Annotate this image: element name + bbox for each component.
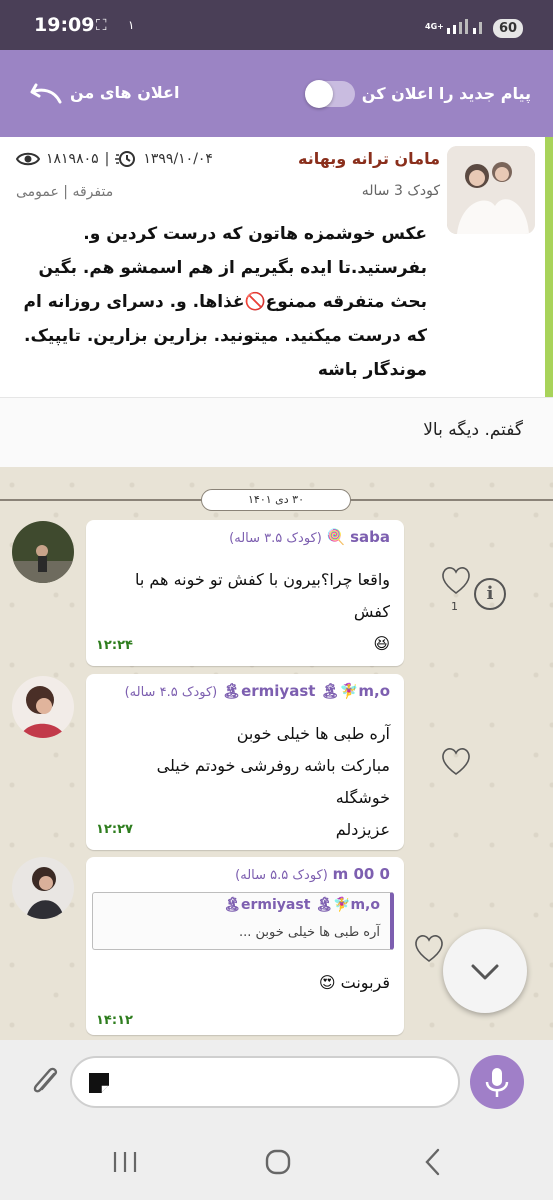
message-text: قربونت 😍 — [100, 967, 390, 999]
notify-toggle[interactable] — [305, 80, 355, 108]
post-line: که درست میکنید. میتونید. بزارین بزارین. … — [24, 326, 427, 346]
post-date: ۱۳۹۹/۱۰/۰۴ — [143, 151, 213, 167]
chat-area[interactable]: ۳۰ دی ۱۴۰۱ saba 🍭 (کودک ۳.۵ ساله) واقعا … — [0, 467, 553, 1040]
notify-toggle-label: پیام جدید را اعلان کن — [361, 84, 531, 103]
status-bar: 19:09 ⛶ ١ 4G+ 60 — [0, 0, 553, 50]
heart-icon[interactable] — [440, 565, 472, 597]
network-type: 4G+ — [425, 22, 444, 31]
message-author[interactable]: m 00 0 (کودک ۵.۵ ساله) — [235, 865, 390, 883]
post-body: عکس خوشمزه هاتون که درست کردین و. بفرستی… — [12, 217, 427, 387]
message-author[interactable]: ermiyast 🏝🧚‍♀️m,o🏝 (کودک ۴.۵ ساله) — [125, 682, 390, 700]
system-nav-bar — [0, 1126, 553, 1200]
composer-bar — [0, 1040, 553, 1126]
message-bubble[interactable]: m 00 0 (کودک ۵.۵ ساله) ermiyast 🏝🧚‍♀️m,o… — [86, 857, 404, 1035]
message-time: ۱۲:۲۴ — [96, 638, 133, 653]
name-emoji: 🍭 — [326, 528, 346, 546]
post-line: بفرستید.تا ایده بگیریم از هم اسمشو هم. ب… — [38, 258, 427, 278]
back-arrow-icon[interactable] — [24, 82, 64, 106]
message-line: واقعا چرا؟بیرون با کفش تو خونه هم با کفش — [134, 570, 390, 621]
message-line: آره طبی ها خیلی خوبن — [236, 724, 390, 743]
pinned-post[interactable]: مامان ترانه وبهانه کودک 3 ساله ۱۸۱۹۸۰۵ |… — [0, 137, 553, 397]
message-line: مبارکت باشه روفرشی خودتم خیلی خوشگله — [156, 756, 390, 807]
chevron-down-icon — [471, 964, 499, 980]
status-indicator: ١ — [128, 18, 135, 32]
post-line: بحث متفرقه ممنوع🚫غذاها. و. دسرای روزانه … — [23, 292, 427, 312]
meta-separator: | — [104, 151, 110, 167]
author-name[interactable]: مامان ترانه وبهانه — [298, 149, 440, 168]
clock: 19:09 — [34, 14, 95, 36]
message-time: ۱۲:۲۷ — [96, 822, 133, 837]
heart-icon[interactable] — [413, 933, 445, 965]
signal-icon — [447, 18, 485, 38]
message-bubble[interactable]: saba 🍭 (کودک ۳.۵ ساله) واقعا چرا؟بیرون ب… — [86, 520, 404, 666]
child-age: کودک 3 ساله — [361, 183, 440, 199]
avatar[interactable] — [12, 857, 74, 919]
quoted-text: آره طبی ها خیلی خوبن ... — [238, 925, 380, 940]
post-category: متفرقه | عمومی — [16, 184, 114, 200]
heart-icon[interactable] — [440, 746, 472, 778]
message-author[interactable]: saba 🍭 (کودک ۳.۵ ساله) — [229, 528, 390, 546]
like-count: 1 — [451, 600, 458, 613]
avatar[interactable] — [12, 676, 74, 738]
toggle-knob — [305, 80, 333, 108]
post-meta: ۱۸۱۹۸۰۵ | ۱۳۹۹/۱۰/۰۴ — [16, 150, 213, 168]
info-icon[interactable]: i — [474, 578, 506, 610]
battery-indicator: 60 — [493, 19, 523, 38]
screen-record-icon: ⛶ — [96, 16, 107, 34]
date-chip: ۳۰ دی ۱۴۰۱ — [201, 489, 351, 511]
kid-age: (کودک ۵.۵ ساله) — [235, 868, 328, 883]
view-count: ۱۸۱۹۸۰۵ — [46, 151, 99, 167]
paperclip-icon[interactable] — [28, 1062, 64, 1102]
user-name: ermiyast 🏝🧚‍♀️m,o🏝 — [222, 682, 390, 700]
mic-button[interactable] — [470, 1055, 524, 1109]
quoted-author: ermiyast 🏝🧚‍♀️m,o🏝 — [223, 897, 380, 913]
avatar[interactable] — [12, 521, 74, 583]
quoted-message[interactable]: ermiyast 🏝🧚‍♀️m,o🏝 آره طبی ها خیلی خوبن … — [92, 892, 394, 950]
message-input[interactable] — [122, 1068, 442, 1098]
kid-age: (کودک ۴.۵ ساله) — [124, 685, 218, 700]
message-line: عزیزدلم — [335, 820, 390, 839]
my-ads-button[interactable]: اعلان های من — [70, 83, 179, 102]
message-text: واقعا چرا؟بیرون با کفش تو خونه هم با کفش… — [100, 564, 390, 660]
sticker-icon[interactable] — [86, 1070, 112, 1096]
message-bubble[interactable]: ermiyast 🏝🧚‍♀️m,o🏝 (کودک ۴.۵ ساله) آره ط… — [86, 674, 404, 850]
message-line: 😆 — [373, 634, 390, 653]
microphone-icon — [485, 1068, 509, 1097]
recent-apps-icon[interactable] — [105, 1144, 145, 1180]
back-nav-icon[interactable] — [414, 1144, 454, 1180]
post-reply-strip: گفتم. دیگه بالا — [0, 397, 553, 467]
post-reply-text: گفتم. دیگه بالا — [423, 420, 523, 440]
message-text: آره طبی ها خیلی خوبن مبارکت باشه روفرشی … — [100, 718, 390, 846]
post-line: موندگار باشه — [317, 360, 427, 380]
message-time: ۱۴:۱۲ — [96, 1013, 133, 1028]
top-app-bar: اعلان های من پیام جدید را اعلان کن — [0, 50, 553, 137]
eye-icon — [16, 152, 40, 166]
message-input-field[interactable] — [70, 1056, 460, 1108]
user-name: m 00 0 — [332, 865, 390, 883]
kid-age: (کودک ۳.۵ ساله) — [229, 531, 322, 546]
scroll-down-button[interactable] — [443, 929, 527, 1013]
author-avatar[interactable] — [447, 146, 535, 234]
calendar-clock-icon — [115, 151, 136, 167]
user-name: saba — [350, 528, 390, 546]
post-line: عکس خوشمزه هاتون که درست کردین و. — [83, 224, 427, 244]
post-accent-bar — [545, 137, 553, 397]
home-icon[interactable] — [258, 1144, 298, 1180]
message-line: قربونت 😍 — [318, 973, 390, 992]
